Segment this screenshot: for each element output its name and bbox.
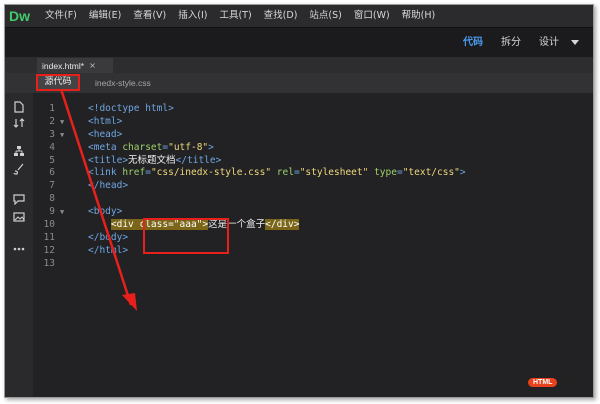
menu-item[interactable]: 插入(I) — [178, 5, 207, 27]
line-number: 7 — [49, 180, 55, 192]
comment-icon[interactable] — [13, 193, 25, 205]
view-buttons: 代码 拆分 设计 — [445, 28, 559, 58]
code-line[interactable]: <head> — [88, 129, 466, 142]
code-line[interactable]: <title>无标题文档</title> — [88, 155, 466, 168]
line-number: 6 — [49, 167, 55, 179]
image-icon[interactable] — [13, 211, 25, 223]
left-toolbar — [5, 93, 33, 397]
related-files-bar: 源代码 inedx-style.css — [5, 73, 593, 94]
code-line[interactable]: <html> — [88, 116, 466, 129]
dreamweaver-logo: Dw — [9, 8, 30, 24]
watermark-badge: HTML — [528, 378, 558, 387]
code-editor[interactable]: 1 2 ▼ 3 ▼ 4 5 6 7 8 9 ▼ 10 11 12 13 <!doctype html> <htm… — [33, 93, 593, 397]
view-button[interactable]: 代码 — [463, 28, 483, 58]
code-line[interactable]: </head> — [88, 180, 466, 193]
fold-toggle-icon[interactable]: ▼ — [60, 116, 64, 129]
menu-items: 文件(F) 编辑(E) 查看(V) 插入(I) 工具(T) 查找(D) 站点(S) 窗口(W)… — [45, 5, 447, 27]
brush-icon[interactable] — [13, 163, 25, 175]
code-token: rel — [276, 167, 294, 179]
view-button[interactable]: 拆分 — [501, 28, 521, 58]
sort-icon[interactable] — [13, 117, 25, 129]
menu-item[interactable]: 窗口(W) — [354, 5, 390, 27]
fold-toggle-icon[interactable]: ▼ — [60, 206, 64, 219]
source-code-button[interactable]: 源代码 — [36, 74, 80, 91]
code-token: 无标题文档 — [128, 154, 176, 166]
more-icon[interactable] — [13, 243, 25, 255]
line-number: 1 — [49, 103, 55, 114]
line-number: 10 — [43, 219, 55, 231]
code-token: > — [208, 141, 214, 153]
menu-bar: Dw 文件(F) 编辑(E) 查看(V) 插入(I) 工具(T) 查找(D) 站点(S) 窗口… — [5, 5, 593, 27]
menu-item[interactable]: 帮助(H) — [402, 5, 436, 27]
menu-item[interactable]: 文件(F) — [45, 5, 77, 27]
document-tab-bar: index.html* × — [5, 57, 593, 73]
code-token: </body> — [88, 231, 129, 243]
chevron-down-icon[interactable] — [571, 40, 579, 45]
menu-item[interactable]: 查看(V) — [133, 5, 166, 27]
code-token: <html> — [88, 115, 123, 127]
dreamweaver-window: Dw 文件(F) 编辑(E) 查看(V) 插入(I) 工具(T) 查找(D) 站点(S) 窗口… — [4, 4, 594, 398]
code-token: </head> — [88, 180, 129, 192]
watermark: HTML 中文网 — [528, 376, 587, 389]
related-file-link[interactable]: inedx-style.css — [95, 73, 151, 93]
code-token: <!doctype html> — [88, 103, 174, 114]
document-tab[interactable]: index.html* × — [37, 58, 113, 73]
code-token: > — [459, 167, 466, 179]
close-icon[interactable]: × — [89, 61, 96, 70]
code-token: "utf-8" — [168, 141, 209, 153]
code-token: "text/css" — [402, 167, 460, 179]
code-token: "css/inedx-style.css" — [150, 167, 272, 179]
line-number: 4 — [49, 141, 55, 153]
tree-icon[interactable] — [13, 145, 25, 157]
line-number: 9 ▼ — [49, 206, 65, 218]
code-token: <title> — [88, 154, 129, 166]
code-token: charset — [122, 141, 163, 153]
code-token: <head> — [88, 128, 123, 140]
code-token: href — [122, 167, 146, 179]
code-token: </title> — [175, 154, 222, 166]
line-number: 13 — [43, 257, 55, 269]
annotation-highlight-box — [143, 218, 229, 254]
line-number: 3 ▼ — [49, 128, 65, 140]
document-tab-label: index.html* — [42, 60, 85, 71]
code-line[interactable] — [88, 258, 466, 271]
code-line[interactable]: <!doctype html> — [88, 103, 466, 116]
code-line[interactable] — [88, 193, 466, 206]
code-token: </div> — [265, 219, 300, 231]
line-number: 5 — [49, 154, 55, 166]
line-number: 11 — [43, 231, 55, 243]
menu-item[interactable]: 站点(S) — [309, 5, 341, 27]
fold-toggle-icon[interactable]: ▼ — [60, 129, 64, 142]
watermark-text: 中文网 — [560, 379, 588, 389]
code-token: </html> — [88, 244, 129, 256]
code-line[interactable]: <meta charset="utf-8"> — [88, 142, 466, 155]
code-token: <body> — [88, 206, 123, 218]
line-number-gutter: 1 2 ▼ 3 ▼ 4 5 6 7 8 9 ▼ 10 11 12 13 — [33, 103, 73, 271]
file-icon[interactable] — [13, 101, 25, 113]
code-token: <link — [88, 167, 123, 179]
code-token: "stylesheet" — [299, 167, 369, 179]
line-number: 8 — [49, 193, 55, 205]
line-number: 2 ▼ — [49, 115, 65, 127]
code-token: <meta — [88, 141, 123, 153]
menu-item[interactable]: 工具(T) — [219, 5, 251, 27]
menu-item[interactable]: 查找(D) — [264, 5, 298, 27]
view-switcher-bar: 代码 拆分 设计 — [5, 27, 593, 59]
code-line[interactable]: <link href="css/inedx-style.css" rel="st… — [88, 167, 466, 180]
line-number: 12 — [43, 244, 55, 256]
code-token: type — [374, 167, 397, 179]
menu-item[interactable]: 编辑(E) — [89, 5, 121, 27]
view-button[interactable]: 设计 — [539, 28, 559, 58]
